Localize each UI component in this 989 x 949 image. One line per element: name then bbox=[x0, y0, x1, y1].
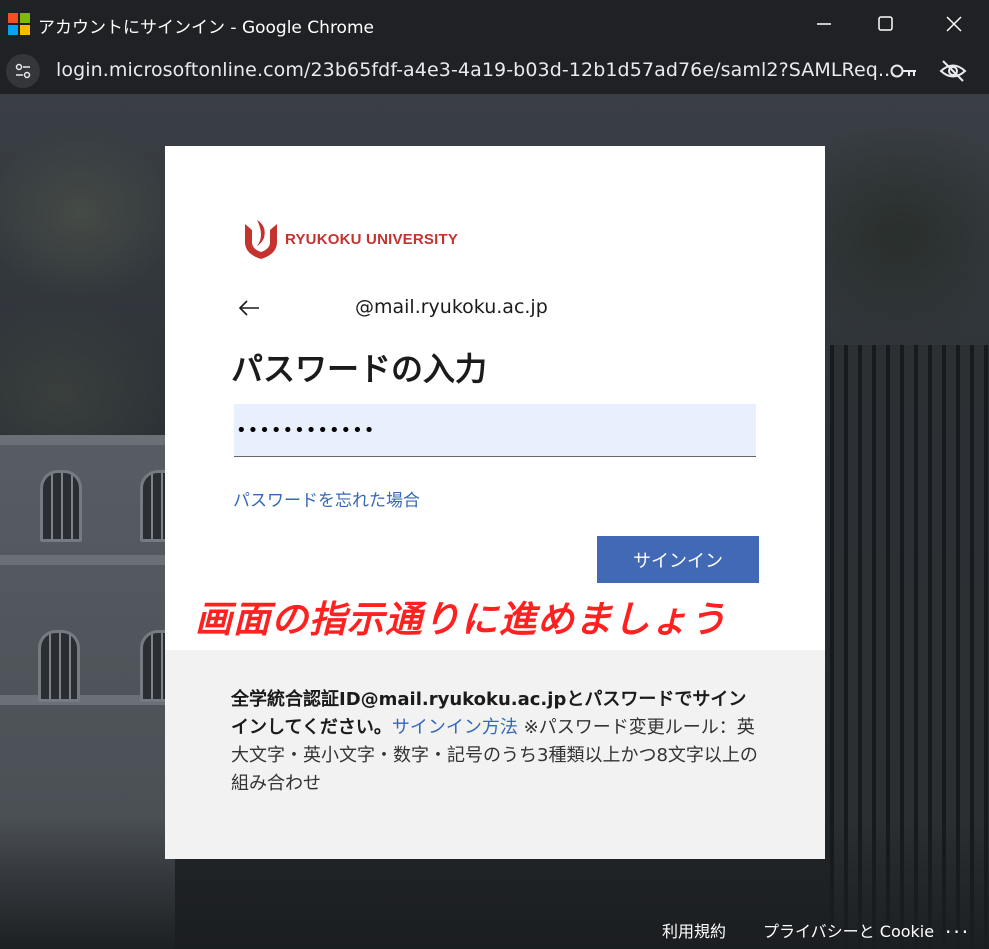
window-title: アカウントにサインイン - Google Chrome bbox=[38, 18, 374, 38]
address-bar: login.microsoftonline.com/23b65fdf-a4e3-… bbox=[0, 48, 989, 95]
privacy-cookie-link[interactable]: プライバシーと Cookie bbox=[763, 918, 934, 942]
site-info-button[interactable] bbox=[6, 54, 40, 88]
close-icon bbox=[946, 16, 962, 32]
instruction-annotation: 画面の指示通りに進めましょう bbox=[195, 598, 727, 641]
university-logo: RYUKOKU UNIVERSITY bbox=[243, 218, 458, 262]
signin-button[interactable]: サインイン bbox=[597, 536, 759, 583]
key-icon[interactable] bbox=[890, 60, 918, 82]
minimize-icon bbox=[817, 23, 831, 25]
info-panel: 全学統合認証ID@mail.ryukoku.ac.jpとパスワードでサインインし… bbox=[165, 650, 825, 859]
microsoft-logo-icon bbox=[8, 13, 30, 35]
password-field[interactable] bbox=[234, 404, 756, 457]
account-identity: @mail.ryukoku.ac.jp bbox=[355, 296, 548, 318]
signin-card: RYUKOKU UNIVERSITY @mail.ryukoku.ac.jp パ… bbox=[165, 146, 825, 859]
maximize-icon bbox=[878, 16, 893, 31]
terms-link[interactable]: 利用規約 bbox=[662, 918, 726, 942]
signin-method-link[interactable]: サインイン方法 bbox=[392, 717, 518, 738]
close-button[interactable] bbox=[926, 0, 982, 48]
ryukoku-logo-icon bbox=[245, 220, 277, 259]
more-options-button[interactable]: ... bbox=[945, 914, 970, 938]
brand-name: RYUKOKU UNIVERSITY bbox=[285, 231, 459, 248]
maximize-button[interactable] bbox=[858, 0, 914, 48]
window-title-bar: アカウントにサインイン - Google Chrome bbox=[0, 0, 989, 48]
minimize-button[interactable] bbox=[796, 0, 852, 48]
forgot-password-link[interactable]: パスワードを忘れた場合 bbox=[233, 486, 420, 511]
page-title: パスワードの入力 bbox=[231, 350, 488, 388]
eye-off-icon[interactable] bbox=[938, 58, 968, 84]
back-arrow-icon[interactable] bbox=[237, 297, 261, 319]
tune-icon bbox=[15, 63, 31, 79]
url-field[interactable]: login.microsoftonline.com/23b65fdf-a4e3-… bbox=[56, 59, 896, 81]
info-text: 全学統合認証ID@mail.ryukoku.ac.jpとパスワードでサインインし… bbox=[231, 686, 759, 798]
